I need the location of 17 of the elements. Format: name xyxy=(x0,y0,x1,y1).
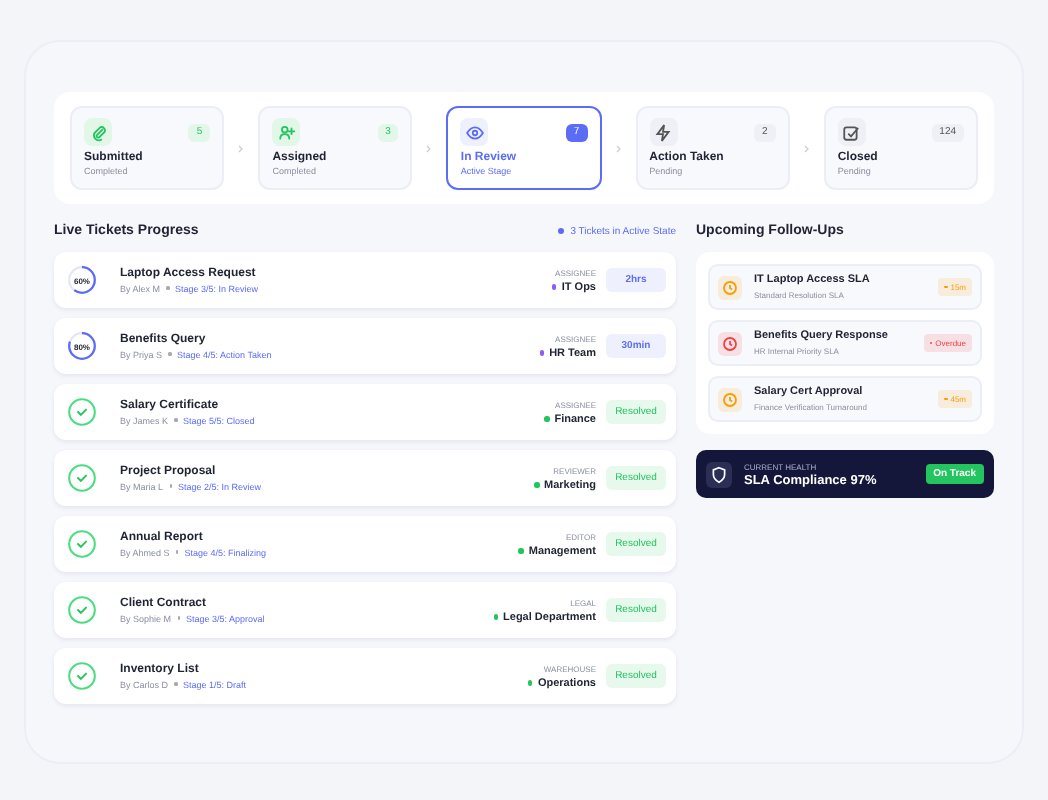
bolt-icon xyxy=(649,118,678,146)
check-circle-icon xyxy=(66,528,98,560)
paperclip-icon xyxy=(84,118,112,146)
chevron-icon xyxy=(426,143,433,153)
chevron-icon xyxy=(238,143,245,153)
shield-icon xyxy=(706,461,732,487)
progress-ring xyxy=(66,330,98,362)
check-circle-icon xyxy=(66,396,98,428)
edit-icon xyxy=(837,118,866,146)
check-circle-icon xyxy=(66,660,98,692)
progress-ring xyxy=(66,264,98,296)
chevron-icon xyxy=(803,143,810,153)
check-circle-icon xyxy=(66,594,98,626)
check-circle-icon xyxy=(66,462,98,494)
eye-icon xyxy=(460,118,489,146)
chevron-icon xyxy=(615,143,622,153)
user-plus-icon xyxy=(272,118,301,146)
